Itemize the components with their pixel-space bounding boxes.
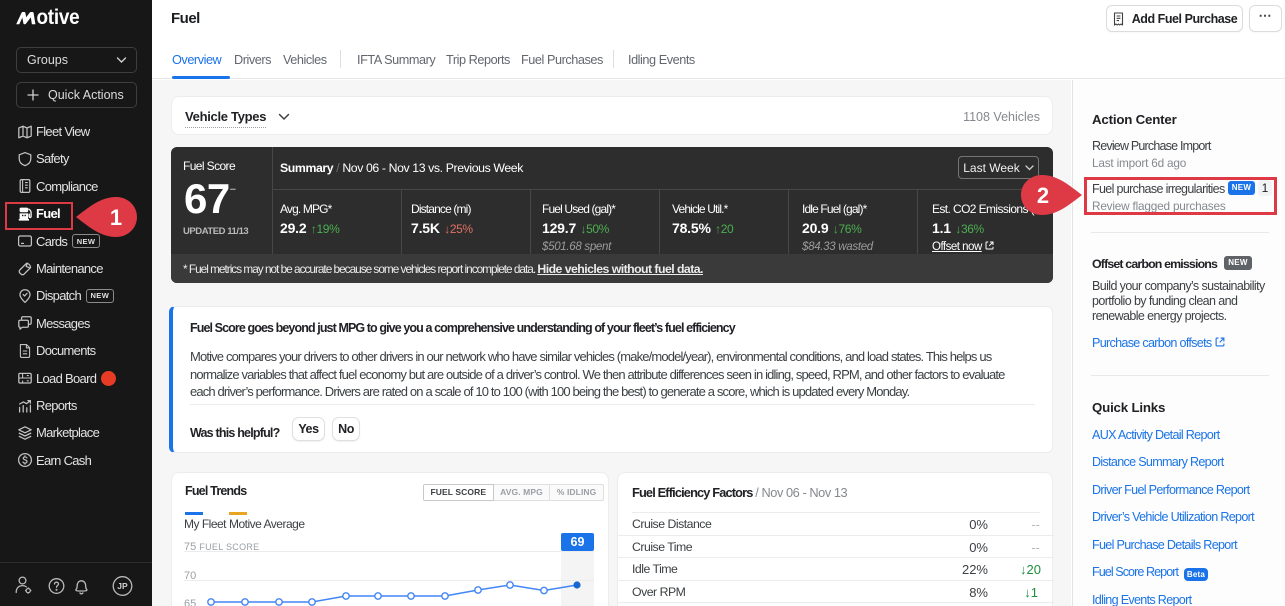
svg-text:1: 1 xyxy=(110,205,122,230)
svg-text:otive: otive xyxy=(37,6,80,29)
svg-text:JP: JP xyxy=(117,581,128,591)
svg-text:2: 2 xyxy=(1037,183,1049,208)
